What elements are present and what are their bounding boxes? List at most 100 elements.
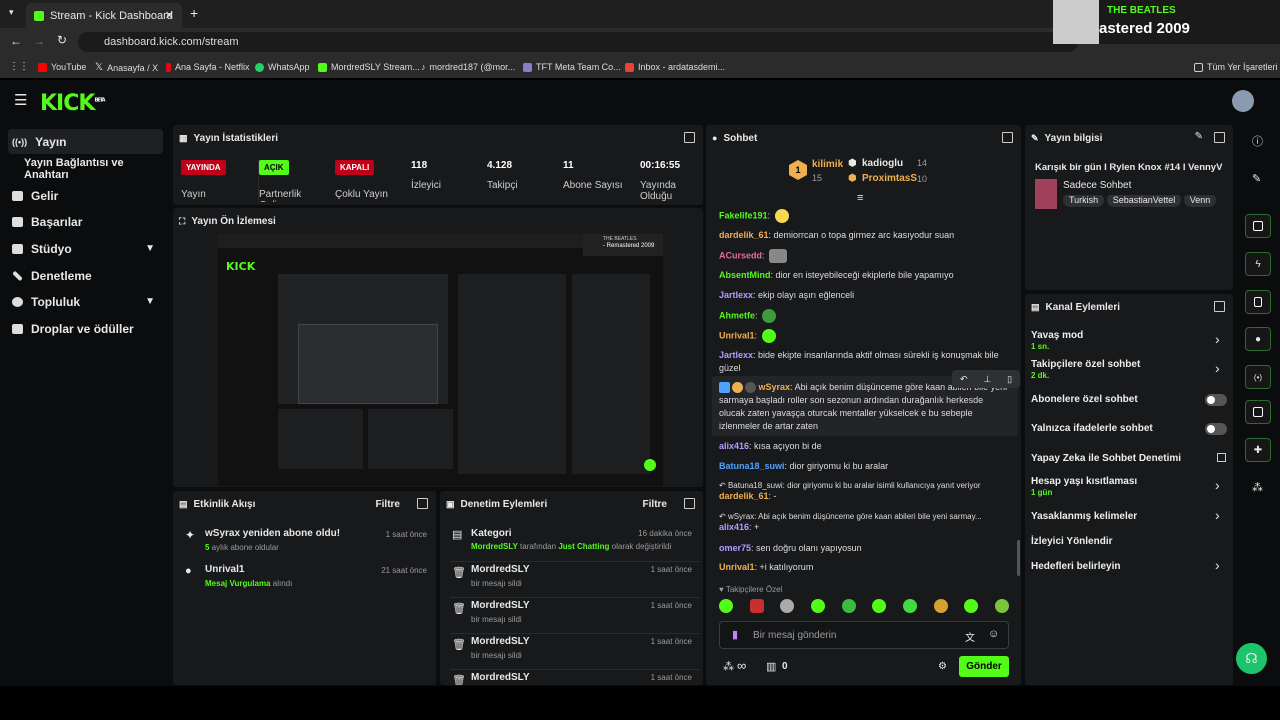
browser-tab[interactable]: Stream - Kick Dashboard ✕ xyxy=(26,3,182,28)
emote-icon[interactable] xyxy=(719,599,733,613)
sparkle-icon: ✦ xyxy=(185,528,196,542)
edit-icon[interactable]: ✎ xyxy=(1252,172,1261,185)
wrench-icon xyxy=(12,270,23,281)
delete-icon[interactable]: ▯ xyxy=(1007,374,1012,385)
chat-message: AbsentMind: dior en isteyebileceği ekipl… xyxy=(719,270,954,280)
chat-placeholder: Bir mesaj gönderin xyxy=(753,630,837,641)
emote-icon[interactable] xyxy=(841,599,856,613)
settings-gear-icon[interactable]: ⚙ xyxy=(938,661,947,672)
rail-broadcast-button[interactable]: (•) xyxy=(1245,365,1271,389)
back-icon[interactable]: ← xyxy=(10,34,22,48)
emote-bar xyxy=(719,599,1009,615)
avatar[interactable] xyxy=(1232,90,1254,112)
sidebar-item-droplar[interactable]: Droplar ve ödüller xyxy=(8,316,163,341)
sidebar-item-yayin[interactable]: ((•)) Yayın xyxy=(8,129,163,154)
popout-icon[interactable] xyxy=(684,132,695,143)
popout-icon[interactable] xyxy=(684,498,695,509)
bookmark-x[interactable]: 𝕏 Anasayfa / X xyxy=(95,62,158,73)
chat-title: Sohbet xyxy=(723,132,758,144)
forward-icon[interactable]: → xyxy=(33,34,45,48)
bookmark-kick[interactable]: MordredSLY Stream... xyxy=(318,62,420,72)
popout-icon[interactable] xyxy=(1002,132,1013,143)
support-headset-button[interactable]: ☊ xyxy=(1236,643,1267,674)
emote-icon[interactable] xyxy=(994,599,1009,613)
points-icon[interactable]: ⁂ xyxy=(723,660,734,673)
hamburger-menu-icon[interactable]: ☰ xyxy=(14,91,27,109)
bookmark-youtube[interactable]: YouTube xyxy=(38,62,86,72)
emoji-icon[interactable]: ☺ xyxy=(988,628,999,640)
chevron-right-icon: › xyxy=(1215,331,1220,347)
mod-filter-button[interactable]: Filtre xyxy=(643,499,667,510)
rail-flash-button[interactable]: ϟ xyxy=(1245,252,1271,276)
category-name[interactable]: Sadece Sohbet xyxy=(1063,180,1131,191)
tag[interactable]: Turkish xyxy=(1063,195,1105,207)
pin-icon[interactable]: ⊥ xyxy=(983,374,991,385)
apps-grid-icon[interactable]: ⋮⋮ xyxy=(9,61,29,72)
emote-icon[interactable] xyxy=(872,599,887,613)
emote-icon[interactable] xyxy=(964,599,979,613)
close-tab-icon[interactable]: ✕ xyxy=(165,9,174,22)
tab-list-chevron-icon[interactable]: ▾ xyxy=(9,7,14,18)
community-icon[interactable]: ⁂ xyxy=(1252,481,1263,494)
tag[interactable]: Venn xyxy=(1183,195,1217,207)
mod-row: 🗑 MordredSLY 1 saat önce xyxy=(452,672,692,685)
lightning-icon: ϟ xyxy=(1255,258,1261,270)
emote-icon[interactable] xyxy=(933,599,948,613)
top-gifter-name[interactable]: kadioglu xyxy=(862,158,903,169)
url-field[interactable]: dashboard.kick.com/stream xyxy=(78,32,1078,52)
top-gifter-name[interactable]: kilimik xyxy=(812,159,843,170)
trash-icon: 🗑 xyxy=(452,639,466,651)
broadcast-icon: ((•)) xyxy=(12,136,28,147)
rail-tools-button[interactable]: ✚ xyxy=(1245,438,1271,462)
mic-icon[interactable]: ▮ xyxy=(732,628,738,641)
all-bookmarks[interactable]: Tüm Yer İşaretleri xyxy=(1194,62,1278,72)
sidebar-item-studyo[interactable]: Stüdyo ▼ xyxy=(8,236,163,261)
collapse-icon[interactable]: ≡ xyxy=(857,192,863,204)
badge-icon xyxy=(719,382,730,394)
bookmark-gmail[interactable]: Inbox - ardatasdemi... xyxy=(625,62,725,72)
chat-input[interactable]: ▮ Bir mesaj gönderin 文 ☺ xyxy=(719,621,1009,649)
kick-logo[interactable]: KICKBETA xyxy=(40,91,106,116)
emote-icon[interactable] xyxy=(810,599,825,613)
bookmark-tiktok[interactable]: ♪ mordred187 (@mor... xyxy=(421,62,515,72)
sidebar-item-gelir[interactable]: Gelir xyxy=(8,183,163,208)
gift-box-icon[interactable]: ▥ xyxy=(766,660,776,673)
emote-icon[interactable] xyxy=(902,599,917,613)
sidebar-item-stream-key[interactable]: Yayın Bağlantısı ve Anahtarı xyxy=(20,156,170,181)
popout-icon[interactable] xyxy=(417,498,428,509)
toggle-subscribers-only[interactable] xyxy=(1205,394,1227,406)
sidebar-item-denetleme[interactable]: Denetleme xyxy=(8,263,163,288)
stat-sure: 00:16:55 Yayında Olduğu xyxy=(640,160,681,202)
preview-title: Yayın Ön İzlemesi xyxy=(191,215,276,227)
sidebar-item-basarilar[interactable]: Başarılar xyxy=(8,209,163,234)
popout-icon[interactable] xyxy=(1214,301,1225,312)
emote-icon[interactable] xyxy=(749,599,764,613)
edit-pencil-icon[interactable]: ✎ xyxy=(1195,131,1203,142)
tag[interactable]: SebastianVettel xyxy=(1106,195,1182,207)
bookmark-tft[interactable]: TFT Meta Team Co... xyxy=(523,62,621,72)
chevron-right-icon: › xyxy=(1215,557,1220,573)
message-actions: ↶ ⊥ ▯ xyxy=(952,370,1020,388)
top-gifter-name[interactable]: ProximtasS xyxy=(862,173,917,184)
sidebar-item-topluluk[interactable]: Topluluk ▼ xyxy=(8,289,163,314)
bookmark-netflix[interactable]: Ana Sayfa - Netflix xyxy=(166,62,250,72)
info-icon[interactable]: ⓘ xyxy=(1252,133,1263,149)
feed-filter-button[interactable]: Filtre xyxy=(376,499,400,510)
rail-chat-button[interactable]: ● xyxy=(1245,327,1271,351)
new-tab-icon[interactable]: + xyxy=(190,5,198,21)
send-button[interactable]: Gönder xyxy=(959,656,1009,677)
translate-icon[interactable]: 文 xyxy=(965,629,975,644)
stream-preview-video[interactable]: KICK THE BEATLES - Remastered 2009 xyxy=(218,234,663,486)
trash-icon: 🗑 xyxy=(452,675,466,685)
preview-icon: ⛶ xyxy=(179,215,186,226)
reload-icon[interactable]: ↻ xyxy=(57,33,67,47)
toggle-emotes-only[interactable] xyxy=(1205,423,1227,435)
rail-notes-button[interactable] xyxy=(1245,290,1271,314)
rail-preview-button[interactable] xyxy=(1245,214,1271,238)
bookmark-whatsapp[interactable]: WhatsApp xyxy=(255,62,310,72)
emote-icon[interactable] xyxy=(780,599,795,613)
chat-scrollbar[interactable] xyxy=(1017,540,1020,576)
popout-icon[interactable] xyxy=(1214,132,1225,143)
rail-layout-button[interactable] xyxy=(1245,400,1271,424)
reply-icon[interactable]: ↶ xyxy=(960,374,968,385)
